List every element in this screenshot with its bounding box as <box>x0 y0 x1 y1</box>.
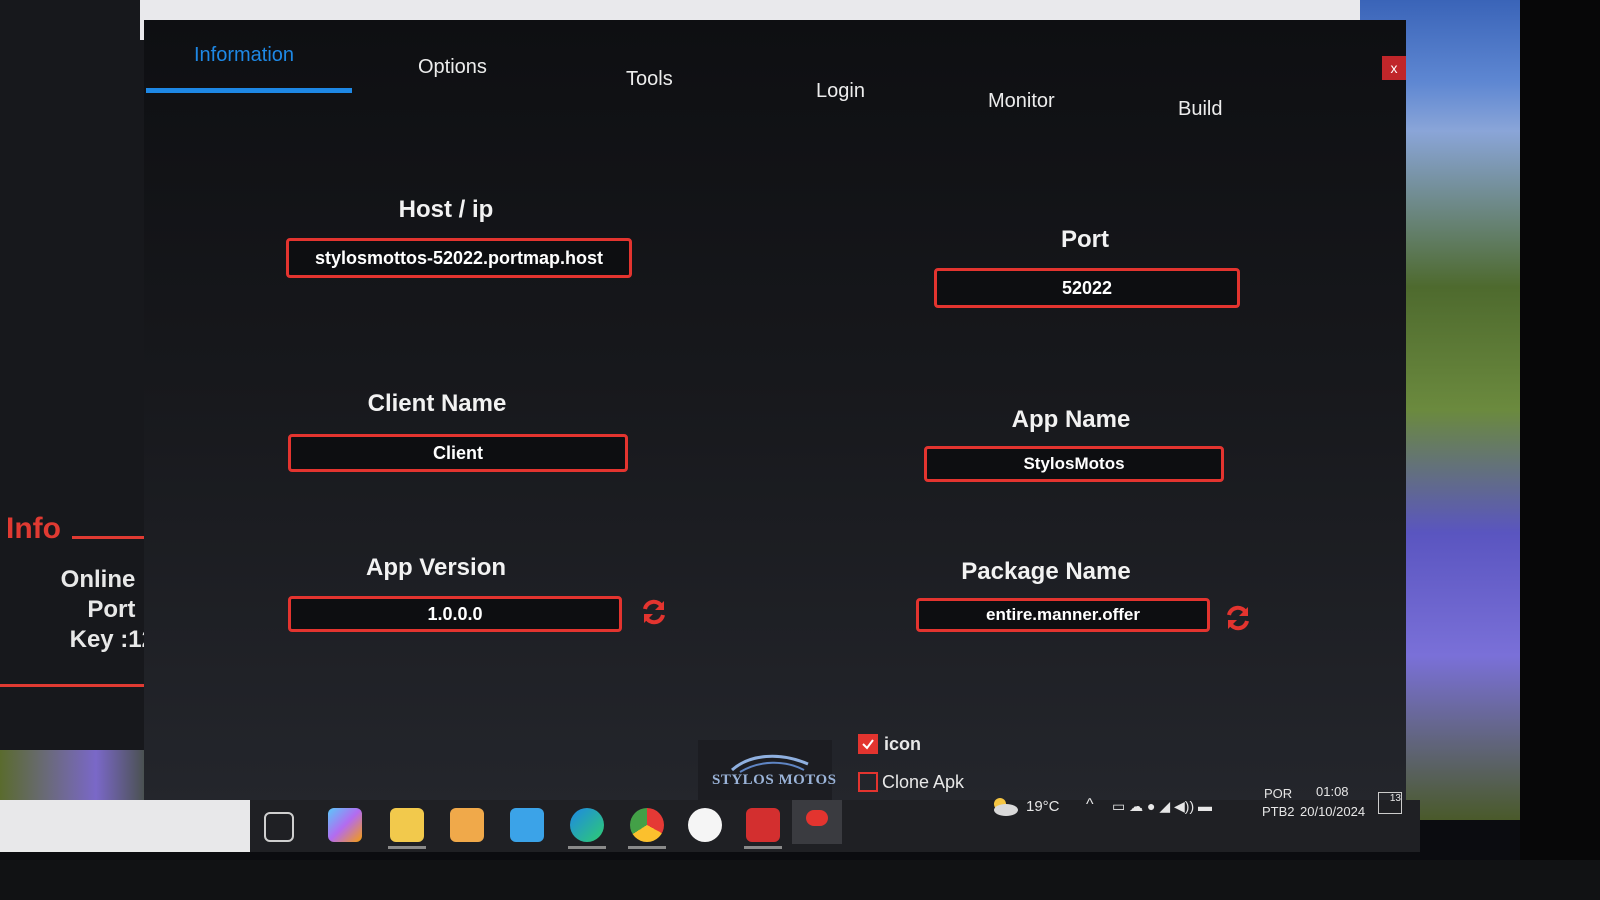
file-explorer-icon[interactable] <box>390 808 424 842</box>
tab-tools[interactable]: Tools <box>626 68 673 91</box>
app-name-input[interactable]: StylosMotos <box>924 446 1224 482</box>
running-indicator <box>628 846 666 849</box>
task-view-icon[interactable] <box>264 812 294 842</box>
monitor-bezel-bottom <box>0 860 1600 900</box>
logo-text: STYLOS MOTOS <box>712 772 837 788</box>
acrobat-icon[interactable] <box>746 808 780 842</box>
info-port: Port : <box>87 596 150 623</box>
edge-icon[interactable] <box>570 808 604 842</box>
logo-emblem-icon <box>731 754 809 773</box>
info-online: Online : <box>60 566 150 593</box>
clone-apk-label: Clone Apk <box>882 772 965 792</box>
background-window-left <box>0 0 160 820</box>
copilot-icon[interactable] <box>328 808 362 842</box>
notification-icon[interactable]: 13 <box>1378 792 1402 814</box>
port-label: Port <box>1061 226 1109 253</box>
tray-system-icons[interactable]: ▭ ☁ ● ◢ ◀)) ▬ <box>1112 798 1212 815</box>
tab-monitor[interactable]: Monitor <box>988 90 1055 113</box>
keyboard-layout[interactable]: PTB2 <box>1262 804 1295 819</box>
running-indicator <box>568 846 606 849</box>
tab-options[interactable]: Options <box>418 56 487 79</box>
client-name-label: Client Name <box>367 390 507 417</box>
package-name-label: Package Name <box>961 558 1131 585</box>
taskbar-search-box[interactable] <box>0 800 250 852</box>
builder-window <box>144 20 1406 810</box>
checkmark-icon <box>862 739 874 750</box>
mail-icon[interactable] <box>510 808 544 842</box>
port-input[interactable]: 52022 <box>934 268 1240 308</box>
weather-temperature: 19°C <box>1026 798 1060 815</box>
package-name-input[interactable]: entire.manner.offer <box>916 598 1210 632</box>
info-key: Key :12 <box>69 626 155 653</box>
info-title: Info <box>6 512 61 545</box>
host-label: Host / ip <box>398 196 494 223</box>
builder-app-icon <box>806 810 828 826</box>
tab-login[interactable]: Login <box>816 80 865 103</box>
app-name-label: App Name <box>1011 406 1131 433</box>
app-version-input[interactable]: 1.0.0.0 <box>288 596 622 632</box>
weather-icon[interactable] <box>988 794 1020 818</box>
client-name-input[interactable]: Client <box>288 434 628 472</box>
running-indicator <box>744 846 782 849</box>
store-icon[interactable] <box>450 808 484 842</box>
input-language[interactable]: POR <box>1264 786 1292 801</box>
icon-checkbox-label: icon <box>884 734 922 754</box>
clock-date[interactable]: 20/10/2024 <box>1300 804 1365 819</box>
monitor-bezel <box>1520 0 1600 900</box>
app-version-label: App Version <box>365 554 507 581</box>
tab-information[interactable]: Information <box>194 44 294 67</box>
host-input[interactable]: stylosmottos-52022.portmap.host <box>286 238 632 278</box>
info-bottom-divider <box>0 684 160 687</box>
clone-apk-checkbox[interactable] <box>858 772 878 792</box>
chrome-icon[interactable] <box>630 808 664 842</box>
info-app-icon[interactable] <box>688 808 722 842</box>
clock-time[interactable]: 01:08 <box>1316 784 1349 799</box>
refresh-package-icon[interactable] <box>1224 604 1252 632</box>
refresh-version-icon[interactable] <box>640 598 668 626</box>
close-button[interactable]: x <box>1382 56 1406 80</box>
show-hidden-icons-chevron-icon[interactable]: ^ <box>1086 796 1094 814</box>
tab-build[interactable]: Build <box>1178 98 1222 121</box>
active-tab-indicator <box>146 88 352 93</box>
running-indicator <box>388 846 426 849</box>
